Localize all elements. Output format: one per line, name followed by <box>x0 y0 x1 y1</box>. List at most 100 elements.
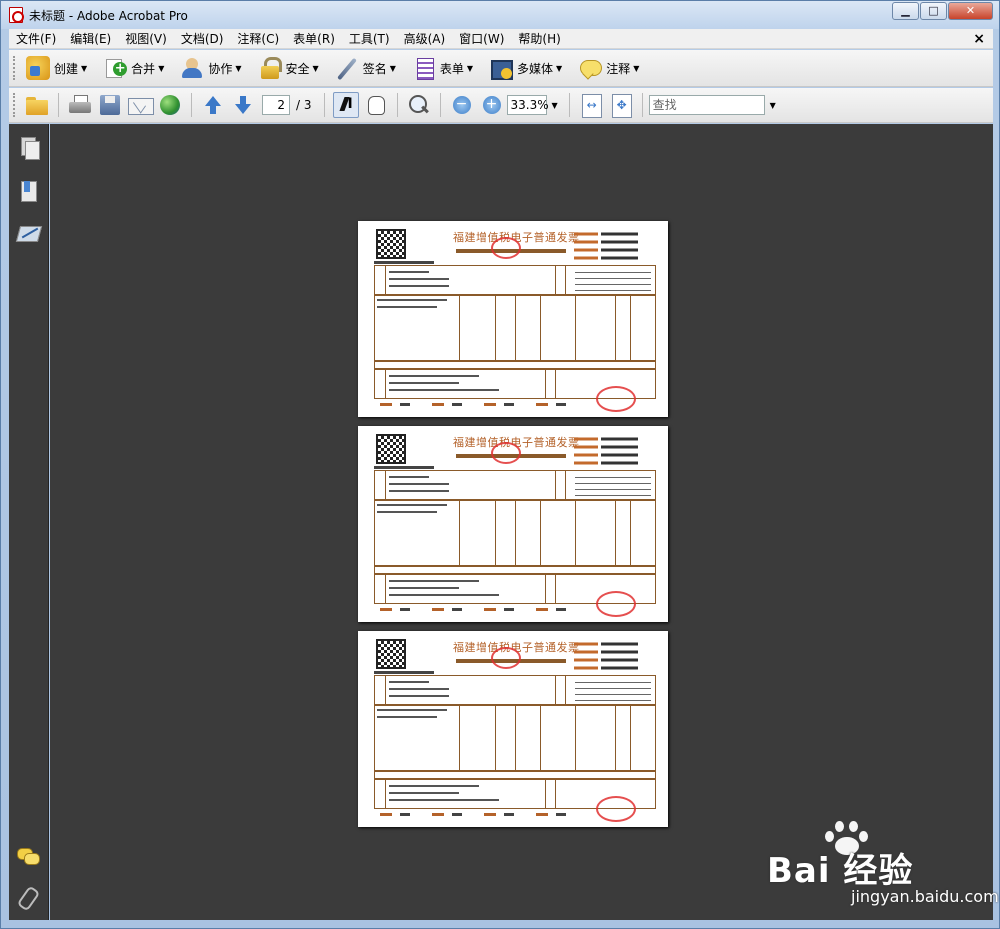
total-row <box>374 566 656 574</box>
qr-code-icon <box>376 229 406 259</box>
secure-button[interactable]: 安全 ▼ <box>254 53 323 83</box>
close-button[interactable]: ✕ <box>948 2 993 20</box>
menu-bar: 文件(F) 编辑(E) 视图(V) 文档(D) 注释(C) 表单(R) 工具(T… <box>9 29 993 49</box>
save-icon[interactable] <box>97 92 123 118</box>
page-total: / 3 <box>296 98 312 112</box>
menu-help[interactable]: 帮助(H) <box>511 29 567 49</box>
comment-label: 注释 <box>606 61 631 76</box>
watermark-url: jingyan.baidu.com <box>851 887 999 906</box>
sign-button[interactable]: 签名 ▼ <box>331 53 400 83</box>
menu-view[interactable]: 视图(V) <box>118 29 174 49</box>
find-input[interactable]: 查找 <box>648 95 765 115</box>
chevron-down-icon: ▼ <box>466 63 474 73</box>
attachments-panel-icon[interactable] <box>17 886 39 908</box>
combine-button[interactable]: 合并 ▼ <box>99 53 168 83</box>
find-dropdown-chevron-icon[interactable]: ▼ <box>770 101 776 110</box>
toolbar-grip[interactable] <box>13 93 17 117</box>
toolbar-separator <box>323 93 325 117</box>
invoice-meta <box>574 231 654 263</box>
zoom-level-input[interactable]: 33.3% <box>506 95 549 115</box>
comment-button[interactable]: 注释 ▼ <box>574 53 643 83</box>
forms-button[interactable]: 表单 ▼ <box>408 53 477 83</box>
invoice-code-line <box>374 466 434 469</box>
forms-label: 表单 <box>439 61 464 76</box>
collaborate-button[interactable]: 协作 ▼ <box>176 53 245 83</box>
chevron-down-icon: ▼ <box>556 63 563 73</box>
menu-window[interactable]: 窗口(W) <box>452 29 511 49</box>
collaborate-icon <box>180 56 204 80</box>
chevron-down-icon: ▼ <box>158 63 165 73</box>
invoice-3: 福建增值税电子普通发票 <box>358 631 668 827</box>
multimedia-button[interactable]: 多媒体 ▼ <box>485 53 566 83</box>
form-icon <box>412 56 436 80</box>
invoice-footer <box>380 608 580 611</box>
menu-comments[interactable]: 注释(C) <box>230 29 286 49</box>
title-bar[interactable]: 未标题 - Adobe Acrobat Pro ▁ □ ✕ <box>1 1 999 29</box>
pdf-page-2[interactable]: 福建增值税电子普通发票 <box>358 426 668 622</box>
invoice-2: 福建增值税电子普通发票 <box>358 426 668 622</box>
marquee-zoom-icon[interactable] <box>406 92 432 118</box>
pdf-page-3[interactable]: 福建增值税电子普通发票 <box>358 631 668 827</box>
menu-file[interactable]: 文件(F) <box>9 29 63 49</box>
app-window: 未标题 - Adobe Acrobat Pro ▁ □ ✕ 文件(F) 编辑(E… <box>0 0 1000 929</box>
combine-label: 合并 <box>131 61 156 76</box>
invoice-meta <box>574 436 654 468</box>
window-title: 未标题 - Adobe Acrobat Pro <box>29 9 188 23</box>
document-view[interactable]: 福建增值税电子普通发票 福建增值税电子普通发票 福建增值税电子普通发票 <box>50 124 993 920</box>
pages-panel-icon[interactable] <box>17 137 40 160</box>
comments-panel-icon[interactable] <box>17 846 40 868</box>
toolbar-grip[interactable] <box>13 56 17 80</box>
create-label: 创建 <box>54 61 79 76</box>
lock-icon <box>258 56 282 80</box>
tax-seal-stamp <box>491 237 521 259</box>
create-pdf-icon <box>26 56 50 80</box>
fit-width-icon[interactable] <box>578 92 604 118</box>
total-row <box>374 361 656 369</box>
toolbar-separator <box>568 93 570 117</box>
fit-page-icon[interactable] <box>608 92 634 118</box>
select-tool-icon[interactable] <box>332 92 359 118</box>
open-folder-icon[interactable] <box>24 92 50 118</box>
multimedia-label: 多媒体 <box>517 61 554 76</box>
menu-forms[interactable]: 表单(R) <box>286 29 342 49</box>
pdf-page-1[interactable]: 福建增值税电子普通发票 <box>358 221 668 417</box>
menu-edit[interactable]: 编辑(E) <box>63 29 118 49</box>
invoice-code-line <box>374 671 434 674</box>
previous-page-icon[interactable] <box>200 92 226 118</box>
page-number-input[interactable]: 2 <box>262 95 290 115</box>
multimedia-icon <box>489 56 514 80</box>
next-page-icon[interactable] <box>230 92 256 118</box>
hand-tool-icon[interactable] <box>363 92 389 118</box>
total-row <box>374 771 656 779</box>
zoom-out-icon[interactable] <box>449 92 475 118</box>
chevron-down-icon: ▼ <box>389 63 396 73</box>
menu-advanced[interactable]: 高级(A) <box>397 29 453 49</box>
toolbar-separator <box>58 93 59 117</box>
toolbar-separator <box>641 93 643 117</box>
invoice-meta <box>574 641 654 673</box>
zoom-dropdown-chevron-icon[interactable]: ▼ <box>552 101 558 110</box>
company-seal-stamp <box>596 796 636 822</box>
document-close-button[interactable]: × <box>973 31 985 47</box>
toolbar-separator <box>439 93 441 117</box>
print-icon[interactable] <box>67 92 93 118</box>
share-globe-icon[interactable] <box>157 92 183 118</box>
combine-files-icon <box>103 56 128 80</box>
maximize-button[interactable]: □ <box>920 2 947 20</box>
qr-code-icon <box>376 639 406 669</box>
menu-document[interactable]: 文档(D) <box>174 29 231 49</box>
invoice-footer <box>380 403 580 406</box>
watermark-logo-text: Bai 经验 <box>767 851 914 891</box>
email-icon[interactable] <box>127 92 154 118</box>
create-button[interactable]: 创建 ▼ <box>22 53 91 83</box>
baidu-jingyan-watermark: Bai 经验 jingyan.baidu.com <box>761 821 999 921</box>
comment-bubble-icon <box>578 56 603 80</box>
menu-tools[interactable]: 工具(T) <box>342 29 397 49</box>
pen-icon <box>335 56 359 80</box>
toolbar-separator <box>191 93 192 117</box>
minimize-button[interactable]: ▁ <box>892 2 919 20</box>
zoom-in-icon[interactable] <box>479 92 505 118</box>
bookmarks-panel-icon[interactable] <box>17 180 39 202</box>
signatures-panel-icon[interactable] <box>17 222 39 244</box>
items-section <box>374 705 656 771</box>
